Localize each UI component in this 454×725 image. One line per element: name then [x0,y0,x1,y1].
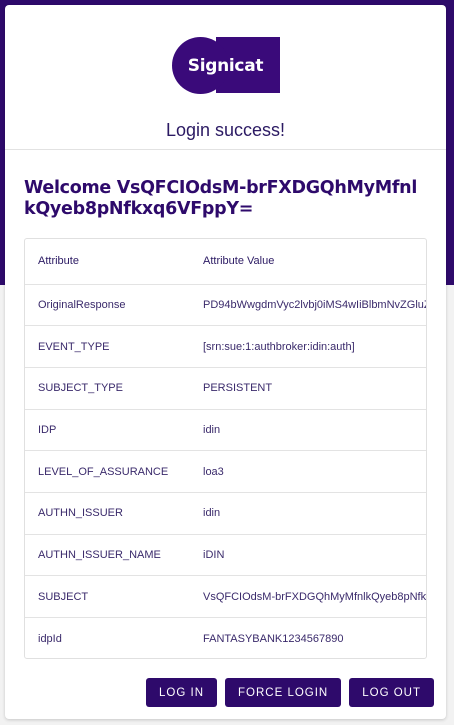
attribute-value: FANTASYBANK1234567890 [203,632,344,645]
action-buttons: LOG IN FORCE LOGIN LOG OUT [146,678,434,707]
attribute-value: [srn:sue:1:authbroker:idin:auth] [190,325,426,368]
attribute-name: IDP [25,409,190,452]
welcome-heading: Welcome VsQFCIOdsM-brFXDGQhMyMfnlkQyeb8p… [24,178,418,219]
log-out-button[interactable]: LOG OUT [349,678,434,707]
attributes-table: Attribute Attribute Value OriginalRespon… [25,239,426,659]
attribute-name: AUTHN_ISSUER [25,492,190,535]
table-row: SUBJECT_TYPE PERSISTENT [25,367,426,410]
attribute-name: EVENT_TYPE [25,325,190,368]
column-header-attribute: Attribute [25,239,190,285]
table-header-row: Attribute Attribute Value [25,239,426,285]
attributes-table-container: Attribute Attribute Value OriginalRespon… [24,238,427,659]
table-row: OriginalResponse PD94bWwgdmVyc2lvbj0iMS4… [25,284,426,327]
attribute-value: loa3 [190,450,426,493]
attribute-name: idpId [38,632,62,645]
attribute-name: OriginalResponse [25,284,190,327]
table-row: SUBJECT VsQFCIOdsM-brFXDGQhMyMfnlkQyeb8p… [25,575,426,618]
table-row: AUTHN_ISSUER idin [25,492,426,535]
attribute-value: PD94bWwgdmVyc2lvbj0iMS4wIiBlbmNvZGluZz0 [190,284,426,327]
attribute-value: idin [190,409,426,452]
attribute-name: SUBJECT_TYPE [25,367,190,410]
table-row: IDP idin [25,409,426,452]
table-row: LEVEL_OF_ASSURANCE loa3 [25,450,426,493]
signicat-logo: Signicat [171,37,280,94]
attribute-value: idin [190,492,426,535]
attribute-name: SUBJECT [25,575,190,618]
table-row: EVENT_TYPE [srn:sue:1:authbroker:idin:au… [25,325,426,368]
attribute-name: LEVEL_OF_ASSURANCE [25,450,190,493]
attribute-value: VsQFCIOdsM-brFXDGQhMyMfnlkQyeb8pNfkxq6VF… [190,575,426,618]
attribute-name: AUTHN_ISSUER_NAME [25,534,190,577]
attribute-value: iDIN [190,534,426,577]
logo-text: Signicat [187,55,264,76]
attribute-value: PERSISTENT [190,367,426,410]
table-row: idpId FANTASYBANK1234567890 [25,618,426,659]
log-in-button[interactable]: LOG IN [146,678,217,707]
login-result-card: Signicat Login success! Welcome VsQFCIOd… [5,5,446,719]
table-row: AUTHN_ISSUER_NAME iDIN [25,534,426,577]
force-login-button[interactable]: FORCE LOGIN [225,678,342,707]
column-header-attribute-value: Attribute Value [190,239,426,285]
card-header: Signicat Login success! [5,5,446,150]
page-title: Login success! [165,120,286,140]
